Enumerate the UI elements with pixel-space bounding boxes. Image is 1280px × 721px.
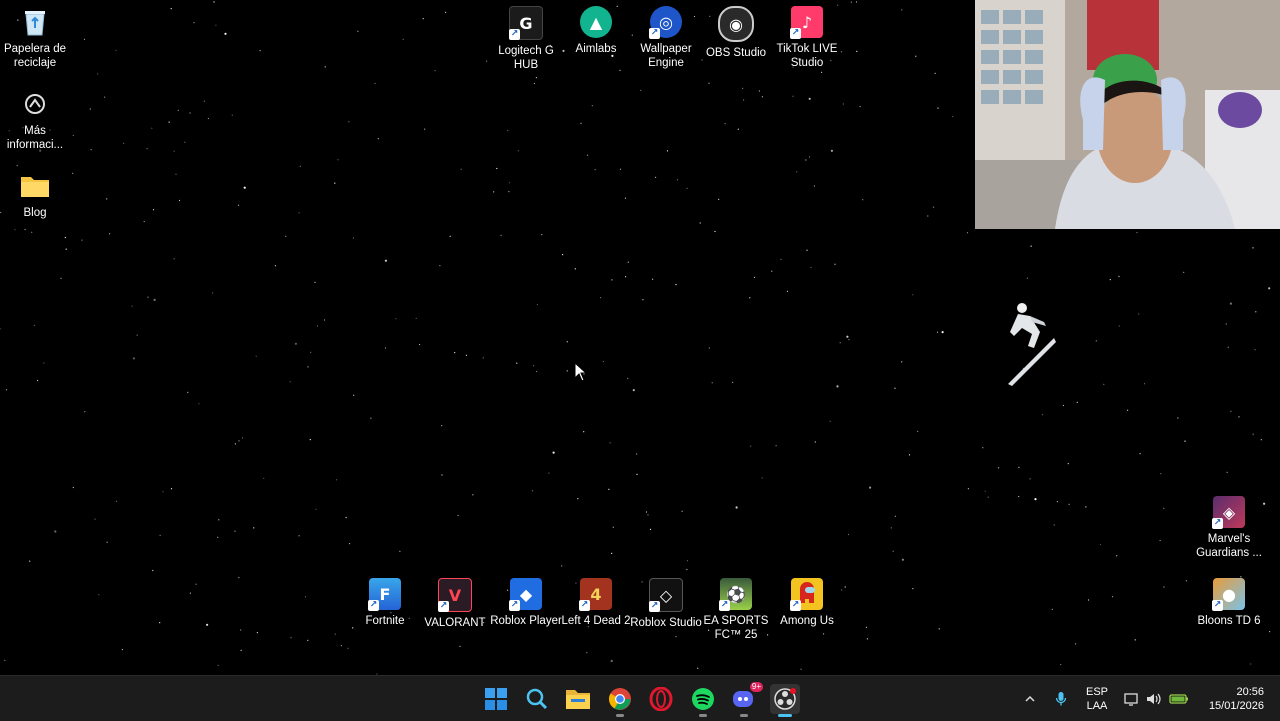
opera-icon [649,687,673,711]
spotify-icon [692,688,714,710]
desktop-icon-more-info[interactable]: Más informaci... [0,88,70,152]
microphone-icon [1055,691,1067,705]
taskbar-search-button[interactable] [522,684,552,714]
desktop-icon-label: EA SPORTS FC™ 25 [703,615,769,641]
guardians-icon: ◈ ↗ [1212,496,1245,529]
mouse-cursor-icon [574,362,588,382]
desktop-icon-recycle-bin[interactable]: Papelera de reciclaje [0,6,70,70]
desktop-icon-label: Fortnite [365,615,405,627]
desktop-icon-label: Wallpaper Engine [640,43,692,69]
running-indicator [740,714,748,717]
network-icon [1124,692,1138,706]
desktop-icon-among-us[interactable]: ↗ Among Us [772,578,842,628]
desktop-icon-label: Left 4 Dead 2 [561,615,631,627]
bloons-icon: ● ↗ [1212,578,1245,611]
desktop-icon-label: Más informaci... [6,125,64,151]
roblox-icon: ◆ ↗ [509,578,542,611]
notification-badge: 9+ [749,682,763,692]
start-icon [485,688,507,710]
roblox-studio-icon: ◇ ↗ [649,578,683,612]
taskbar-file-explorer[interactable] [563,684,593,714]
active-indicator [778,714,792,717]
desktop-icon-label: Blog [23,207,47,219]
keyboard-layout: LAA [1086,699,1108,712]
desktop-icon-tiktok-live[interactable]: ♪ ↗ TikTok LIVE Studio [772,6,842,70]
tray-volume[interactable] [1144,676,1164,721]
webcam-overlay [975,0,1280,229]
ea-fc-icon: ⚽ ↗ [719,578,752,611]
desktop-icon-label: Logitech G HUB [498,45,554,71]
valorant-icon: V ↗ [438,578,472,612]
desktop-icon-label: Papelera de reciclaje [3,43,67,69]
l4d2-icon: 4 ↗ [579,578,612,611]
desktop-icon-logitech[interactable]: G ↗ Logitech G HUB [491,6,561,72]
start-button[interactable] [481,684,511,714]
desktop-icon-label: Aimlabs [575,43,617,55]
tray-microphone[interactable] [1050,676,1072,721]
taskbar-discord[interactable]: 9+ [729,682,763,717]
tray-network[interactable] [1122,676,1142,721]
desktop-icon-bloons[interactable]: ● ↗ Bloons TD 6 [1194,578,1264,628]
desktop-icon-label: Among Us [780,615,834,627]
tray-overflow-button[interactable] [1020,676,1040,721]
language-code: ESP [1085,685,1108,698]
language-indicator[interactable]: ESP LAA [1080,676,1114,721]
aimlabs-icon: ▲ [580,6,612,38]
tray-battery[interactable] [1168,676,1190,721]
speaker-icon [1147,693,1161,704]
among-us-icon: ↗ [790,578,823,611]
chrome-icon [609,688,631,710]
desktop-icon-left4dead2[interactable]: 4 ↗ Left 4 Dead 2 [561,578,631,628]
silver-surfer-figure [1008,303,1056,386]
desktop-icon-aimlabs[interactable]: ▲ Aimlabs [561,6,631,56]
desktop-icon-guardians[interactable]: ◈ ↗ Marvel's Guardians ... [1194,496,1264,560]
desktop-icon-roblox-player[interactable]: ◆ ↗ Roblox Player [490,578,562,628]
desktop-icon-fortnite[interactable]: F ↗ Fortnite [350,578,420,628]
desktop-icon-label: Bloons TD 6 [1197,615,1261,627]
clock-time: 20:56 [1236,685,1264,698]
tiktok-icon: ♪ ↗ [790,6,823,39]
folder-icon [19,170,51,202]
fortnite-icon: F ↗ [368,578,401,611]
desktop-icon-label: Marvel's Guardians ... [1196,533,1262,559]
desktop-icon-label: TikTok LIVE Studio [776,43,838,69]
desktop-icon-label: VALORANT [424,617,486,629]
logitech-icon: G ↗ [509,6,543,40]
taskbar-chrome[interactable] [605,684,635,717]
recycle-bin-icon [19,6,51,38]
obs-icon [774,688,796,710]
clock-date: 15/01/2026 [1208,699,1264,712]
taskbar-opera[interactable] [646,684,676,714]
desktop-icon-obs[interactable]: ◉ OBS Studio [701,6,771,60]
taskbar-obs[interactable] [770,684,800,717]
search-icon [526,688,548,710]
desktop-icon-label: Roblox Player [490,615,562,627]
desktop-icon-label: OBS Studio [705,47,767,59]
desktop-icon-roblox-studio[interactable]: ◇ ↗ Roblox Studio [630,578,702,630]
taskbar: 9+ ESP LAA 20:56 15/01/2026 [0,675,1280,721]
clock[interactable]: 20:56 15/01/2026 [1196,676,1264,721]
desktop-icon-label: Roblox Studio [630,617,702,629]
running-indicator [699,714,707,717]
obs-icon: ◉ [718,6,754,42]
wallpaper-engine-icon: ◎ ↗ [649,6,682,39]
file-explorer-icon [566,690,590,709]
desktop-icon-valorant[interactable]: V ↗ VALORANT [420,578,490,630]
desktop-icon-ea-fc[interactable]: ⚽ ↗ EA SPORTS FC™ 25 [701,578,771,642]
chevron-up-icon [1025,695,1035,702]
running-indicator [616,714,624,717]
desktop-icon-blog[interactable]: Blog [0,170,70,220]
taskbar-spotify[interactable] [688,684,718,717]
info-icon [19,88,51,120]
battery-charging-icon [1169,693,1188,704]
desktop-icon-wallpaper-engine[interactable]: ◎ ↗ Wallpaper Engine [631,6,701,70]
